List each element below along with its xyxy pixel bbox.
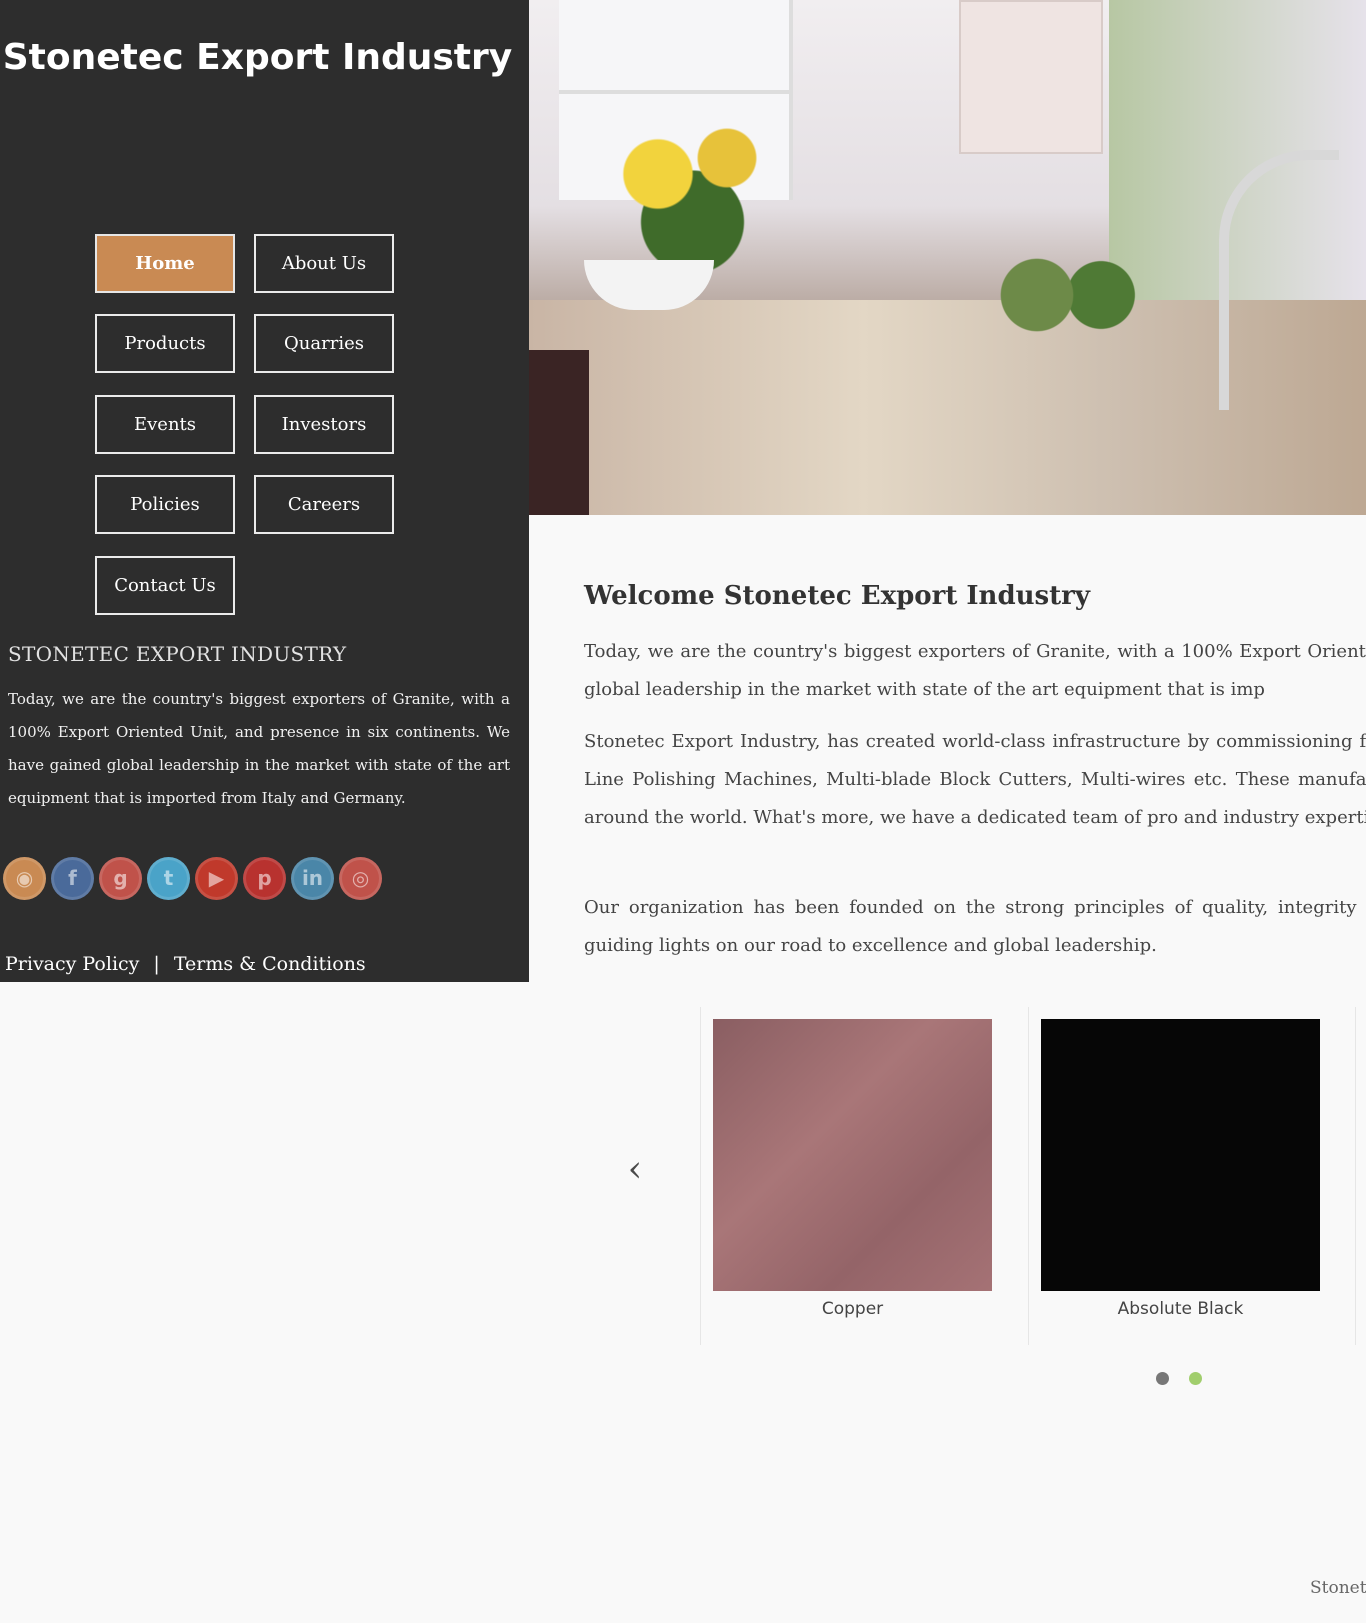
nav-policies[interactable]: Policies	[95, 475, 235, 534]
hero-faucet	[1219, 150, 1339, 410]
nav-investors[interactable]: Investors	[254, 395, 394, 454]
instagram-icon[interactable]: ◎	[339, 857, 382, 900]
hero-flowers	[589, 110, 819, 270]
intro-paragraph-1: Today, we are the country's biggest expo…	[584, 641, 1366, 700]
rss-icon[interactable]: ◉	[3, 857, 46, 900]
hero-vegetables	[989, 255, 1149, 335]
google-plus-icon[interactable]: g	[99, 857, 142, 900]
nav-products[interactable]: Products	[95, 314, 235, 373]
carousel-prev-icon[interactable]: ‹	[622, 1152, 648, 1188]
hero-image	[529, 0, 1366, 515]
sidebar: Stonetec Export Industry Home About Us P…	[0, 0, 529, 982]
linkedin-icon[interactable]: in	[291, 857, 334, 900]
pinterest-icon[interactable]: p	[243, 857, 286, 900]
about-heading: STONETEC EXPORT INDUSTRY	[8, 642, 347, 666]
nav-quarries[interactable]: Quarries	[254, 314, 394, 373]
product-name[interactable]: Absolute Black	[1041, 1299, 1320, 1319]
intro-paragraph-2: Stonetec Export Industry, has created wo…	[584, 731, 1366, 828]
product-name[interactable]: Copper	[713, 1299, 992, 1319]
terms-link[interactable]: Terms & Conditions	[174, 953, 366, 975]
product-image-copper[interactable]	[713, 1019, 992, 1291]
about-text: Today, we are the country's biggest expo…	[8, 690, 510, 807]
youtube-icon[interactable]: ▶	[195, 857, 238, 900]
privacy-policy-link[interactable]: Privacy Policy	[5, 953, 139, 975]
product-card-absolute-black[interactable]: Absolute Black	[1028, 1007, 1357, 1345]
facebook-icon[interactable]: f	[51, 857, 94, 900]
footer-copyright: Stonet	[1310, 1578, 1366, 1598]
footer-separator: |	[153, 953, 160, 975]
nav-home[interactable]: Home	[95, 234, 235, 293]
product-image-absolute-black[interactable]	[1041, 1019, 1320, 1291]
nav-contact-us[interactable]: Contact Us	[95, 556, 235, 615]
nav-about-us[interactable]: About Us	[254, 234, 394, 293]
carousel-dot-2[interactable]	[1189, 1372, 1202, 1385]
hero-cabinet	[959, 0, 1103, 154]
footer-links: Privacy Policy | Terms & Conditions	[5, 953, 366, 975]
welcome-title: Welcome Stonetec Export Industry	[584, 581, 1090, 611]
main-content: Welcome Stonetec Export Industry Today, …	[529, 515, 1366, 1623]
intro-paragraph-3: Our organization has been founded on the…	[584, 897, 1366, 956]
twitter-icon[interactable]: t	[147, 857, 190, 900]
product-card-copper[interactable]: Copper	[700, 1007, 1029, 1345]
carousel-next-card-edge	[1355, 1007, 1356, 1345]
hero-chair	[529, 350, 589, 515]
carousel-dot-1[interactable]	[1156, 1372, 1169, 1385]
nav-careers[interactable]: Careers	[254, 475, 394, 534]
nav-events[interactable]: Events	[95, 395, 235, 454]
site-title: Stonetec Export Industry	[2, 37, 513, 78]
